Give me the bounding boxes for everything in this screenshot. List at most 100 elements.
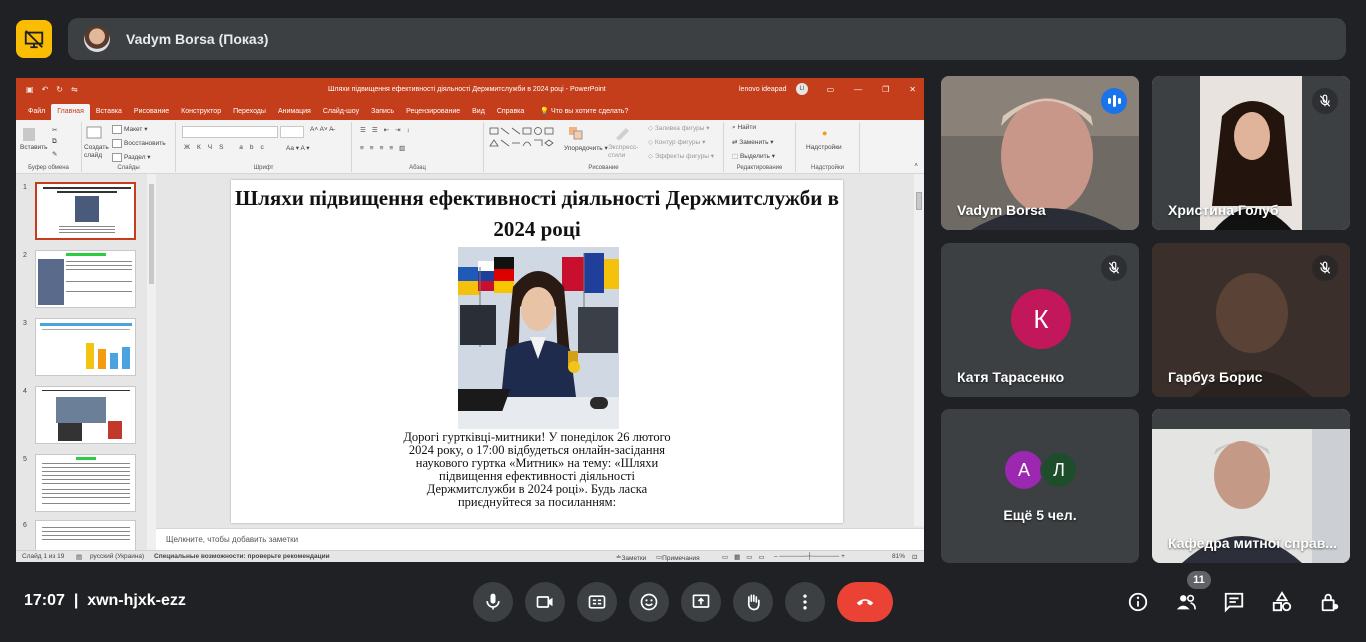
quick-styles-button[interactable]: Экспресс-стили — [608, 144, 642, 160]
zoom-slider[interactable]: – ──────┼────── + — [774, 553, 845, 560]
spellcheck-icon[interactable]: ▤ — [76, 553, 82, 561]
slides-group: Создать слайд Макет ▾ Восстановить Разде… — [82, 122, 176, 172]
copy-icon[interactable]: ⧉ — [52, 138, 57, 146]
ribbon-tab[interactable]: Анимация — [272, 108, 317, 120]
present-screen-button[interactable] — [681, 582, 721, 622]
presentation-indicator-icon[interactable] — [16, 20, 52, 58]
arrange-icon[interactable] — [568, 126, 584, 142]
participant-tile-harbuz-borys[interactable]: Гарбуз Борис — [1152, 243, 1350, 397]
participant-tile-kafedra[interactable]: Кафедра митної справ... — [1152, 409, 1350, 563]
slide-thumbnail-1[interactable]: 1 — [16, 182, 156, 242]
ribbon-tab[interactable]: Рецензирование — [400, 108, 466, 120]
slide-thumbnail-4[interactable]: 4 — [16, 386, 156, 446]
redo-icon[interactable]: ↻ — [56, 85, 63, 94]
reset-button[interactable]: Восстановить — [112, 139, 166, 148]
ribbon-tab[interactable]: Запись — [365, 108, 400, 120]
save-icon[interactable]: ▣ — [26, 85, 34, 94]
thumbnails-scrollbar[interactable] — [147, 174, 156, 550]
view-buttons[interactable]: ▭▦▭▭ — [722, 553, 771, 561]
comments-toggle[interactable]: ▭ Примечания — [656, 553, 700, 562]
ribbon-tab[interactable]: Главная — [51, 104, 90, 120]
reactions-button[interactable] — [629, 582, 669, 622]
ribbon-tab[interactable]: Вид — [466, 108, 491, 120]
maximize-icon[interactable]: ❐ — [882, 85, 889, 94]
presenter-banner-title: Vadym Borsa (Показ) — [126, 31, 269, 47]
ribbon-tab[interactable]: Рисование — [128, 108, 175, 120]
ribbon-tab[interactable]: Справка — [491, 108, 530, 120]
activities-button[interactable] — [1268, 588, 1296, 616]
addins-icon[interactable]: ● — [822, 128, 827, 138]
mic-off-icon — [1312, 255, 1338, 281]
list-buttons[interactable]: ☰☰⇤⇥↕ — [360, 126, 416, 134]
language-label[interactable]: русский (Украина) — [90, 553, 144, 560]
notes-pane[interactable]: Щелкните, чтобы добавить заметки — [156, 528, 924, 550]
chat-button[interactable] — [1220, 588, 1248, 616]
captions-icon — [588, 595, 606, 609]
customize-icon[interactable]: ⇋ — [71, 85, 78, 94]
ribbon-tab[interactable]: Слайд-шоу — [317, 108, 365, 120]
replace-button[interactable]: ⇄ Заменить ▾ — [732, 138, 774, 146]
shape-effects-button[interactable]: ◇ Эффекты фигуры ▾ — [648, 152, 714, 160]
shapes-gallery[interactable] — [488, 126, 558, 158]
ribbon-tab[interactable]: Вставка — [90, 108, 128, 120]
accessibility-check[interactable]: Специальные возможности: проверьте реком… — [154, 553, 330, 560]
new-slide-icon[interactable] — [86, 126, 102, 142]
shape-outline-button[interactable]: ◇ Контур фигуры ▾ — [648, 138, 705, 146]
select-button[interactable]: ⬚ Выделить ▾ — [732, 152, 775, 160]
new-slide-button[interactable]: Создать слайд — [84, 144, 114, 160]
host-controls-button[interactable] — [1316, 588, 1344, 616]
align-buttons[interactable]: ≡≡≡≡▥ — [360, 144, 411, 152]
font-color-buttons[interactable]: Aa ▾ A ▾ — [286, 144, 310, 152]
font-size-field[interactable] — [280, 126, 304, 138]
participant-tile-vadym-borsa[interactable]: Vadym Borsa — [941, 76, 1139, 230]
camera-button[interactable] — [525, 582, 565, 622]
minimize-icon[interactable]: — — [854, 85, 862, 94]
collapse-ribbon-icon[interactable]: ˄ — [914, 162, 918, 169]
section-button[interactable]: Раздел ▾ — [112, 153, 151, 162]
microphone-button[interactable] — [473, 582, 513, 622]
ribbon-display-icon[interactable]: ▭ — [827, 85, 835, 94]
current-slide[interactable]: Шляхи підвищення ефективності діяльності… — [231, 180, 843, 523]
end-call-button[interactable] — [837, 582, 893, 622]
slide-thumbnail-5[interactable]: 5 — [16, 454, 156, 514]
clipboard-group: Вставить ✂ ⧉ ✎ Буфер обмена — [16, 122, 82, 172]
slide-thumbnail-2[interactable]: 2 — [16, 250, 156, 310]
paste-button[interactable]: Вставить — [20, 144, 48, 151]
cut-icon[interactable]: ✂ — [52, 126, 57, 134]
more-options-button[interactable] — [785, 582, 825, 622]
find-button[interactable]: ⌕ Найти — [732, 124, 756, 132]
raise-hand-button[interactable] — [733, 582, 773, 622]
font-name-field[interactable] — [182, 126, 278, 138]
fit-slide-icon[interactable]: ⊡ — [912, 553, 917, 561]
meeting-details-button[interactable] — [1124, 588, 1152, 616]
arrange-button[interactable]: Упорядочить ▾ — [564, 144, 608, 152]
participant-tile-katya-tarasenko[interactable]: К Катя Тарасенко — [941, 243, 1139, 397]
format-painter-icon[interactable]: ✎ — [52, 150, 57, 158]
notes-toggle[interactable]: ≐ Заметки — [616, 553, 646, 562]
font-size-buttons[interactable]: A˄ A˅ A̶ — [310, 126, 334, 133]
shape-fill-button[interactable]: ◇ Заливка фигуры ▾ — [648, 124, 710, 132]
participant-tile-khrystyna-holub[interactable]: Христина Голуб — [1152, 76, 1350, 230]
participant-name: Vadym Borsa — [957, 202, 1046, 218]
slide-thumbnail-3[interactable]: 3 — [16, 318, 156, 378]
people-button[interactable] — [1172, 588, 1200, 616]
tell-me-search[interactable]: 💡 Что вы хотите сделать? — [530, 107, 634, 120]
ribbon-tab[interactable]: Файл — [22, 108, 51, 120]
captions-button[interactable] — [577, 582, 617, 622]
camera-icon — [536, 596, 553, 608]
zoom-level[interactable]: 81% — [892, 553, 905, 560]
paste-icon[interactable] — [22, 126, 36, 144]
presenter-banner: Vadym Borsa (Показ) — [68, 18, 1346, 60]
quick-styles-icon[interactable] — [614, 126, 630, 142]
font-format-buttons[interactable]: ЖКЧS abc — [184, 144, 271, 151]
user-avatar[interactable]: LI — [796, 83, 808, 95]
ribbon-tab[interactable]: Переходы — [227, 108, 272, 120]
slide-scrollbar[interactable] — [914, 174, 924, 526]
addins-button[interactable]: Надстройки — [806, 144, 842, 151]
ribbon-tab[interactable]: Конструктор — [175, 108, 227, 120]
lock-person-icon — [1321, 593, 1339, 612]
layout-button[interactable]: Макет ▾ — [112, 125, 147, 134]
close-icon[interactable]: ✕ — [909, 85, 916, 94]
undo-icon[interactable]: ↶ — [42, 85, 49, 94]
participant-tile-others[interactable]: А Л Ещё 5 чел. — [941, 409, 1139, 563]
